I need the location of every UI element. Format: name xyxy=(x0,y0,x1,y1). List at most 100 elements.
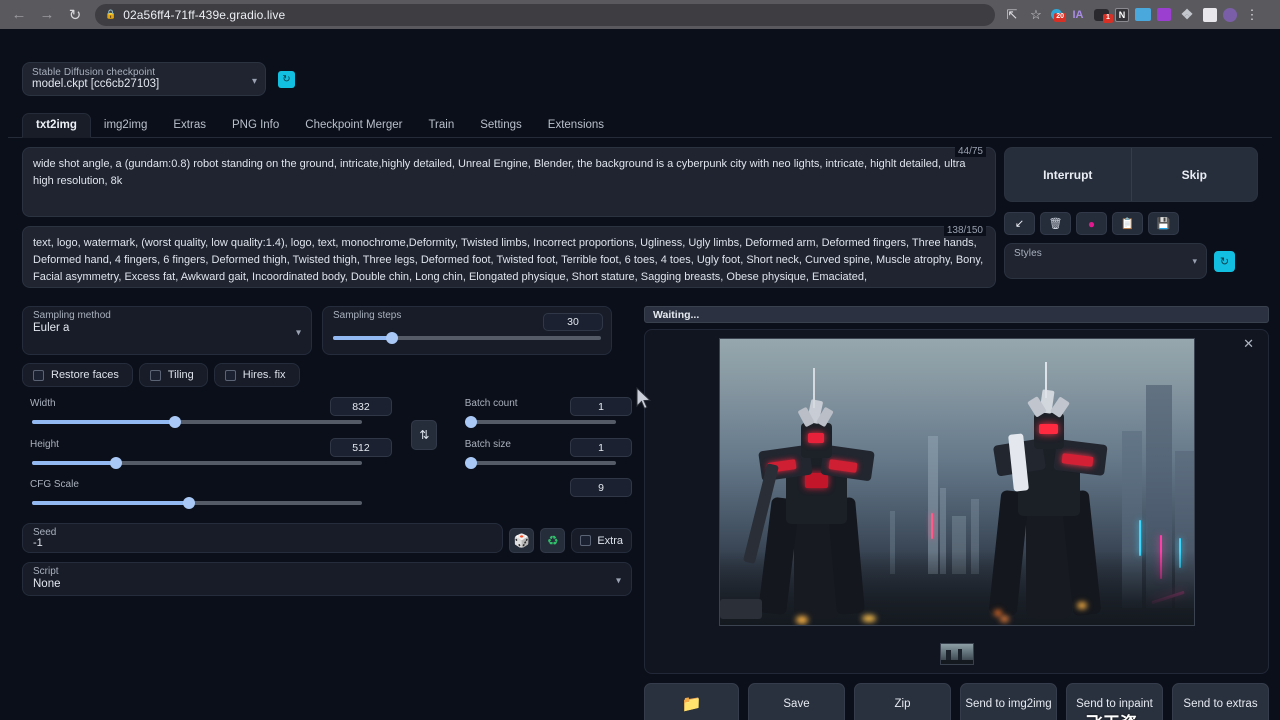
batch-size-value[interactable]: 1 xyxy=(570,438,632,457)
width-label: Width xyxy=(30,398,56,409)
height-slider[interactable]: Height 512 xyxy=(22,436,392,474)
ext-notion-icon[interactable]: N xyxy=(1115,8,1129,22)
dice-icon[interactable]: 🎲 xyxy=(509,528,534,553)
webui-app: Stable Diffusion checkpoint model.ckpt [… xyxy=(0,29,1280,720)
zip-button[interactable]: Zip xyxy=(854,683,951,720)
toggles-row: Restore faces Tiling Hires. fix xyxy=(22,363,632,387)
checkbox-box[interactable] xyxy=(580,535,591,546)
tab-extras[interactable]: Extras xyxy=(160,114,219,137)
styles-select[interactable]: Styles ▾ xyxy=(1004,243,1207,279)
tab-img2img[interactable]: img2img xyxy=(91,114,160,137)
tab-txt2img[interactable]: txt2img xyxy=(22,113,91,138)
batch-size-slider[interactable]: Batch size 1 xyxy=(457,436,632,474)
batch-size-track[interactable] xyxy=(467,456,622,470)
output-actions: 📁 Save Zip Send to img2img Send to inpai… xyxy=(644,683,1269,720)
forward-arrow-icon[interactable]: → xyxy=(34,3,60,27)
ext-puzzle-icon[interactable]: ❖ xyxy=(1177,5,1197,25)
checkbox-box[interactable] xyxy=(150,370,161,381)
tab-extensions[interactable]: Extensions xyxy=(535,114,617,137)
arrow-pen-icon[interactable]: ↙ xyxy=(1004,212,1035,235)
send-to-inpaint-button[interactable]: Send to inpaint xyxy=(1066,683,1163,720)
height-value[interactable]: 512 xyxy=(330,438,392,457)
main-tabs: txt2img img2img Extras PNG Info Checkpoi… xyxy=(8,111,1272,138)
gallery-thumbnail[interactable] xyxy=(940,643,974,665)
sampling-steps-value[interactable]: 30 xyxy=(543,313,603,331)
sampling-steps-track[interactable] xyxy=(333,331,601,345)
trash-icon[interactable]: 🗑 xyxy=(1040,212,1071,235)
skip-button[interactable]: Skip xyxy=(1132,148,1258,201)
open-folder-button[interactable]: 📁 xyxy=(644,683,739,720)
ext-purple-icon[interactable] xyxy=(1157,8,1171,21)
save-button[interactable]: Save xyxy=(748,683,845,720)
swap-dimensions-button[interactable]: ⇅ xyxy=(411,420,437,450)
interrupt-button[interactable]: Interrupt xyxy=(1005,148,1132,201)
ext-badge-count-2: 1 xyxy=(1103,14,1113,23)
kebab-menu-icon[interactable]: ⋮ xyxy=(1241,4,1263,26)
hires-fix-checkbox[interactable]: Hires. fix xyxy=(214,363,300,387)
send-to-extras-button[interactable]: Send to extras xyxy=(1172,683,1269,720)
positive-token-counter: 44/75 xyxy=(955,146,986,157)
reload-icon[interactable]: ↻ xyxy=(62,3,88,27)
seed-input[interactable]: Seed -1 xyxy=(22,523,503,553)
negative-prompt-wrap: 138/150 text, logo, watermark, (worst qu… xyxy=(22,226,996,288)
checkpoint-select[interactable]: Stable Diffusion checkpoint model.ckpt [… xyxy=(22,62,266,96)
restore-faces-checkbox[interactable]: Restore faces xyxy=(22,363,133,387)
ext-blue-badge-icon[interactable]: 20 xyxy=(1051,9,1062,20)
styles-label: Styles xyxy=(1014,248,1042,259)
hires-fix-label: Hires. fix xyxy=(243,369,286,381)
recycle-icon[interactable]: ♻ xyxy=(540,528,565,553)
tab-png-info[interactable]: PNG Info xyxy=(219,114,292,137)
positive-prompt-input[interactable]: wide shot angle, a (gundam:0.8) robot st… xyxy=(22,147,996,217)
dimensions-row: Width 832 Height 512 xyxy=(22,395,632,474)
tab-settings[interactable]: Settings xyxy=(467,114,535,137)
save-style-icon[interactable]: 💾 xyxy=(1148,212,1179,235)
ext-avatar-icon[interactable] xyxy=(1223,8,1237,22)
close-icon[interactable]: ✕ xyxy=(1243,336,1254,352)
extra-seed-checkbox[interactable]: Extra xyxy=(571,528,632,553)
sampling-method-label: Sampling method xyxy=(33,310,111,321)
batch-count-value[interactable]: 1 xyxy=(570,397,632,416)
height-label: Height xyxy=(30,439,59,450)
width-track[interactable] xyxy=(32,415,382,429)
cfg-scale-track[interactable] xyxy=(32,496,382,510)
seed-value: -1 xyxy=(33,537,492,549)
tiling-checkbox[interactable]: Tiling xyxy=(139,363,208,387)
send-to-img2img-button[interactable]: Send to img2img xyxy=(960,683,1057,720)
cfg-scale-slider[interactable]: CFG Scale xyxy=(22,476,392,514)
ext-ia-icon[interactable]: IA xyxy=(1068,5,1088,25)
batch-count-track[interactable] xyxy=(467,415,622,429)
negative-prompt-input[interactable]: text, logo, watermark, (worst quality, l… xyxy=(22,226,996,288)
magenta-dot-icon[interactable]: ● xyxy=(1076,212,1107,235)
cfg-scale-value[interactable]: 9 xyxy=(570,478,632,497)
width-slider[interactable]: Width 832 xyxy=(22,395,392,433)
ext-split-icon[interactable] xyxy=(1203,8,1217,22)
ext-dark-badge-icon[interactable]: 1 xyxy=(1094,9,1109,21)
sampling-steps-label: Sampling steps xyxy=(333,310,401,321)
height-track[interactable] xyxy=(32,456,382,470)
star-icon[interactable]: ☆ xyxy=(1025,4,1047,26)
generate-button-group: Interrupt Skip xyxy=(1004,147,1258,202)
refresh-styles-button[interactable]: ↻ xyxy=(1214,251,1235,272)
positive-prompt-wrap: 44/75 wide shot angle, a (gundam:0.8) ro… xyxy=(22,147,996,217)
address-bar[interactable]: 🔒 02a56ff4-71ff-439e.gradio.live xyxy=(95,4,995,26)
back-arrow-icon[interactable]: ← xyxy=(6,3,32,27)
negative-token-counter: 138/150 xyxy=(944,225,986,236)
result-gallery: ✕ xyxy=(644,329,1269,674)
ext-image-icon[interactable] xyxy=(1135,8,1151,21)
checkbox-box[interactable] xyxy=(33,370,44,381)
tab-checkpoint-merger[interactable]: Checkpoint Merger xyxy=(292,114,415,137)
clipboard-icon[interactable]: 📋 xyxy=(1112,212,1143,235)
sampling-steps-slider[interactable]: Sampling steps 30 xyxy=(322,306,612,355)
sampling-method-select[interactable]: Sampling method Euler a ▾ xyxy=(22,306,312,355)
width-value[interactable]: 832 xyxy=(330,397,392,416)
generated-image[interactable] xyxy=(719,338,1195,626)
lock-icon: 🔒 xyxy=(105,9,116,20)
cfg-row: CFG Scale 9 xyxy=(22,476,632,514)
script-select[interactable]: Script None ▾ xyxy=(22,562,632,596)
checkbox-box[interactable] xyxy=(225,370,236,381)
checkpoint-value: model.ckpt [cc6cb27103] xyxy=(32,78,159,90)
batch-count-slider[interactable]: Batch count 1 xyxy=(457,395,632,433)
refresh-checkpoints-button[interactable]: ↻ xyxy=(278,71,295,88)
share-icon[interactable]: ⇱ xyxy=(1001,4,1023,26)
tab-train[interactable]: Train xyxy=(415,114,467,137)
